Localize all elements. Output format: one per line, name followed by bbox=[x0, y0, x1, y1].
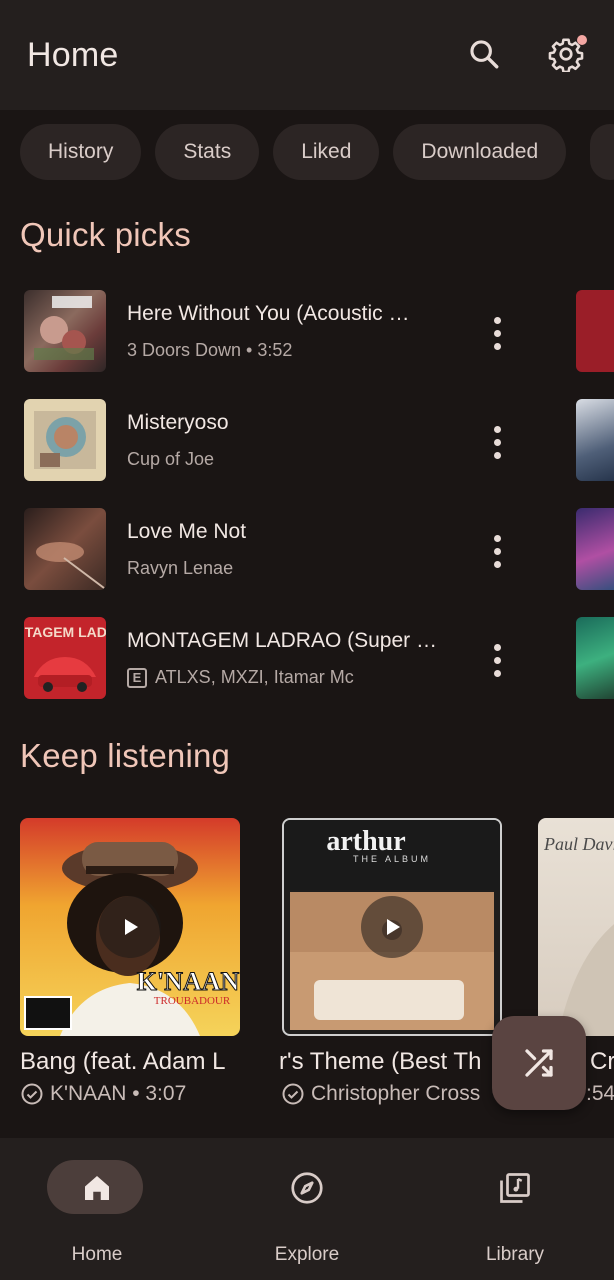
nav-item-home[interactable]: Home bbox=[22, 1158, 172, 1268]
song-subtitle: Ravyn Lenae bbox=[127, 558, 234, 578]
nav-label: Home bbox=[71, 1244, 123, 1265]
song-subtitle: ATLXS, MXZI, Itamar Mc bbox=[155, 667, 354, 687]
album-art bbox=[24, 290, 106, 372]
album-art bbox=[24, 508, 106, 590]
more-options-button[interactable] bbox=[484, 532, 512, 572]
search-button[interactable] bbox=[460, 30, 508, 78]
album-cover-paul-davis: Paul Davis bbox=[543, 834, 614, 1036]
album-art-text: arthur bbox=[326, 826, 405, 857]
card-title: Cr bbox=[590, 1048, 614, 1075]
album-card[interactable]: arthur THE ALBUM bbox=[282, 818, 502, 1036]
app-root: Home History Stats Liked Downloaded Quic… bbox=[0, 0, 614, 1280]
card-title: Bang (feat. Adam L bbox=[20, 1048, 226, 1075]
song-title: MONTAGEM LADRAO (Super … bbox=[127, 629, 437, 652]
card-subtitle: :54 bbox=[586, 1082, 614, 1105]
card-subtitle-row: K'NAAN • 3:07 bbox=[20, 1082, 240, 1106]
play-icon bbox=[387, 919, 400, 935]
next-column-art[interactable] bbox=[576, 290, 614, 372]
song-subtitle-row: E ATLXS, MXZI, Itamar Mc bbox=[127, 667, 354, 688]
album-art-text: TROUBADOUR bbox=[154, 995, 231, 1007]
shuffle-icon bbox=[525, 1049, 553, 1077]
album-art-text: K'NAAN bbox=[137, 967, 240, 996]
nav-item-library[interactable]: Library bbox=[440, 1158, 590, 1268]
quick-pick-item[interactable]: Misteryoso Cup of Joe bbox=[0, 397, 560, 487]
song-subtitle: 3 Doors Down • 3:52 bbox=[127, 340, 293, 360]
bottom-navigation: Home Explore Library bbox=[0, 1138, 614, 1280]
quick-pick-item[interactable]: Love Me Not Ravyn Lenae bbox=[0, 506, 560, 596]
song-title: Misteryoso bbox=[127, 411, 229, 434]
shuffle-button[interactable] bbox=[492, 1016, 586, 1110]
quick-pick-item[interactable]: MONTAGEM LADRAO MONTAGEM LADRAO (Super …… bbox=[0, 615, 560, 705]
chip-stats[interactable]: Stats bbox=[155, 124, 260, 180]
nav-label: Library bbox=[485, 1244, 545, 1265]
album-art: MONTAGEM LADRAO bbox=[24, 617, 106, 699]
section-title-quick-picks: Quick picks bbox=[20, 216, 191, 253]
search-icon bbox=[470, 40, 499, 69]
play-button[interactable] bbox=[99, 896, 161, 958]
album-card[interactable]: K'NAAN TROUBADOUR bbox=[20, 818, 240, 1036]
quick-pick-item[interactable]: Here Without You (Acoustic … 3 Doors Dow… bbox=[0, 288, 560, 378]
top-app-bar: Home bbox=[0, 0, 614, 110]
next-column-art[interactable] bbox=[576, 617, 614, 699]
more-options-button[interactable] bbox=[484, 314, 512, 354]
notification-dot bbox=[577, 35, 587, 45]
page-title: Home bbox=[27, 36, 119, 74]
chip-downloaded[interactable]: Downloaded bbox=[393, 124, 567, 180]
more-options-button[interactable] bbox=[484, 423, 512, 463]
downloaded-icon bbox=[21, 1083, 43, 1105]
nav-label: Explore bbox=[274, 1244, 340, 1265]
play-button[interactable] bbox=[361, 896, 423, 958]
song-title: Here Without You (Acoustic … bbox=[127, 302, 410, 325]
card-title: r's Theme (Best Th bbox=[279, 1048, 482, 1075]
song-title: Love Me Not bbox=[127, 520, 247, 543]
chip-history[interactable]: History bbox=[20, 124, 142, 180]
album-art-text: Paul Davis bbox=[543, 834, 614, 854]
next-column-art[interactable] bbox=[576, 399, 614, 481]
filter-chips: History Stats Liked Downloaded bbox=[20, 124, 567, 180]
album-card[interactable]: Paul Davis bbox=[538, 818, 614, 1036]
album-art bbox=[24, 399, 106, 481]
card-subtitle-row: :54 bbox=[586, 1082, 614, 1106]
more-options-button[interactable] bbox=[484, 641, 512, 681]
album-art-text: MONTAGEM LADRAO bbox=[24, 624, 106, 640]
nav-item-explore[interactable]: Explore bbox=[232, 1158, 382, 1268]
card-subtitle: Christopher Cross bbox=[311, 1082, 481, 1105]
home-icon bbox=[85, 1176, 109, 1200]
play-icon bbox=[125, 919, 138, 935]
chip-liked[interactable]: Liked bbox=[273, 124, 380, 180]
chip-overflow[interactable] bbox=[590, 124, 614, 180]
library-icon bbox=[500, 1173, 530, 1203]
section-title-keep-listening: Keep listening bbox=[20, 737, 231, 774]
downloaded-icon bbox=[282, 1083, 304, 1105]
album-art-text: THE ALBUM bbox=[353, 854, 431, 864]
song-subtitle: Cup of Joe bbox=[127, 449, 215, 469]
compass-icon bbox=[291, 1172, 323, 1204]
next-column-art[interactable] bbox=[576, 508, 614, 590]
card-subtitle-row: Christopher Cross bbox=[281, 1082, 493, 1106]
card-subtitle: K'NAAN • 3:07 bbox=[50, 1082, 187, 1105]
explicit-badge: E bbox=[127, 668, 147, 688]
